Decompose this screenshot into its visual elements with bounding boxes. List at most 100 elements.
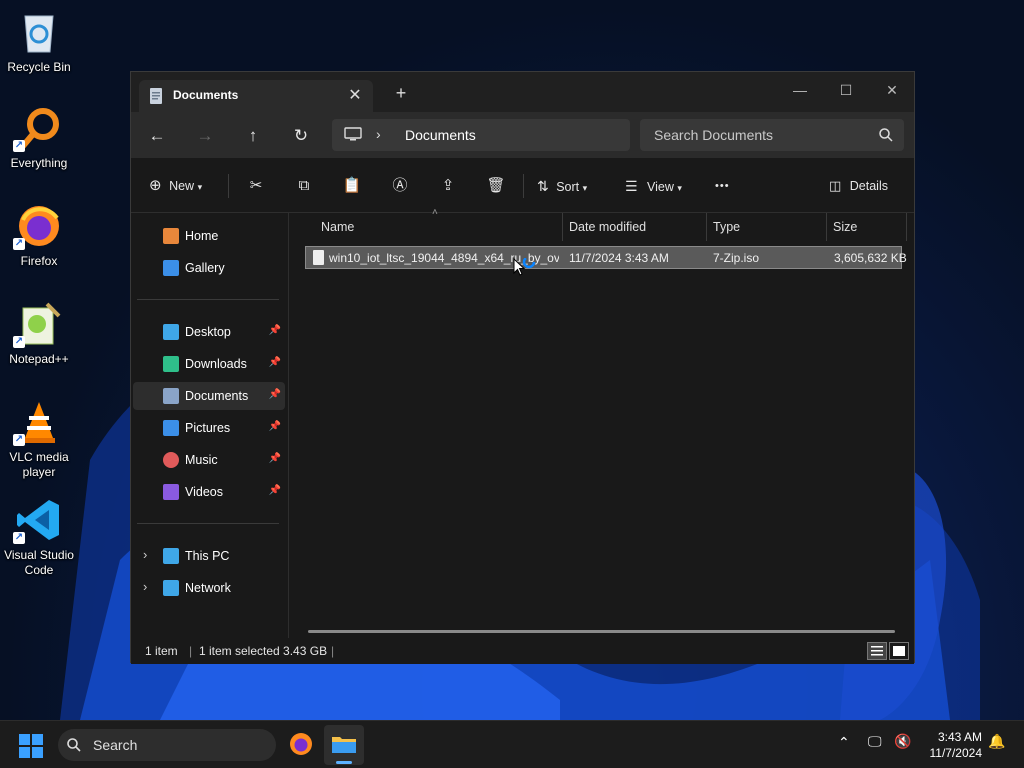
show-hidden-icons-icon[interactable]: ⌃ [838,734,850,751]
address-bar[interactable]: › Documents [332,119,630,151]
desktop-icon-firefox[interactable]: ↗ Firefox [2,202,76,269]
see-more-button[interactable]: ••• [715,172,730,200]
chevron-right-icon[interactable]: › [143,579,147,594]
column-header-date[interactable]: Date modified [569,213,646,241]
breadcrumb-documents[interactable]: Documents [405,127,476,143]
sidebar-item-network[interactable]: › Network [133,574,285,602]
recycle-bin-icon [15,8,63,56]
network-tray-icon[interactable]: 🖵 [868,733,882,750]
desktop-icon-vlc[interactable]: ↗ VLC media player [2,398,76,480]
back-arrow-icon[interactable]: ← [143,122,171,150]
sidebar-item-label: Desktop [185,325,231,339]
view-button[interactable]: ☰ View ▾ [625,172,682,200]
new-tab-button[interactable]: + [391,83,411,103]
taskbar: Search ⌃ 🖵 🔇 3:43 AM 11/7/2024 🔔 [0,720,1024,768]
details-label: Details [849,179,888,193]
pin-icon[interactable]: 📌 [269,325,281,336]
shortcut-arrow-icon: ↗ [13,434,25,446]
column-header-type[interactable]: Type [713,213,740,241]
clock[interactable]: 3:43 AM 11/7/2024 [930,729,983,761]
large-icons-view-button[interactable] [889,642,909,660]
sort-ascending-icon: ˄ [432,207,438,218]
details-view-button[interactable] [867,642,887,660]
desktop-icon-label: Everything [10,156,68,170]
column-divider[interactable] [706,213,707,241]
search-box[interactable] [640,119,904,151]
horizontal-scrollbar[interactable] [308,630,895,633]
pin-icon[interactable]: 📌 [269,389,281,400]
taskbar-firefox-button[interactable] [288,731,314,757]
sidebar-item-home[interactable]: Home [133,222,285,250]
search-icon [66,737,82,753]
notifications-bell-icon[interactable]: 🔔 [988,733,1005,750]
chevron-down-icon: ▾ [197,182,203,192]
chevron-right-icon[interactable]: › [143,547,147,562]
desktop-icon-vscode[interactable]: ↗ Visual Studio Code [2,496,76,578]
close-tab-icon[interactable]: ✕ [345,85,365,105]
details-pane-button[interactable]: ◫ Details [829,172,888,200]
column-divider[interactable] [826,213,827,241]
chevron-down-icon: ▾ [582,183,588,193]
chevron-right-icon[interactable]: › [376,126,381,142]
documents-icon [163,388,179,404]
pin-icon[interactable]: 📌 [269,453,281,464]
sidebar-item-videos[interactable]: Videos 📌 [133,478,285,506]
new-button[interactable]: ⊕ New ▾ [149,172,202,200]
close-window-button[interactable]: ✕ [869,76,915,104]
navigation-bar: ← → ↑ ↻ › Documents [131,112,914,158]
column-divider[interactable] [906,213,907,241]
rename-icon[interactable]: Ⓐ [385,172,415,200]
forward-arrow-icon[interactable]: → [191,122,219,150]
status-bar: 1 item | 1 item selected 3.43 GB | [131,638,914,664]
refresh-icon[interactable]: ↻ [287,122,315,150]
status-divider: | [331,644,335,658]
taskbar-file-explorer-button[interactable] [324,725,364,765]
desktop-icon-everything[interactable]: ↗ Everything [2,104,76,171]
copy-icon[interactable]: ⧉ [289,172,319,200]
sidebar-item-this-pc[interactable]: › This PC [133,542,285,570]
column-header-size[interactable]: Size [833,213,857,241]
cut-icon[interactable]: ✂ [241,172,271,200]
search-icon[interactable] [878,127,894,143]
desktop-icon-label: Notepad++ [9,352,69,366]
firefox-icon: ↗ [13,202,63,250]
sidebar-item-pictures[interactable]: Pictures 📌 [133,414,285,442]
up-arrow-icon[interactable]: ↑ [239,122,267,150]
column-divider[interactable] [562,213,563,241]
sidebar-item-desktop[interactable]: Desktop 📌 [133,318,285,346]
taskbar-search-label: Search [93,737,138,753]
pin-icon[interactable]: 📌 [269,421,281,432]
search-input[interactable] [640,119,870,151]
pin-icon[interactable]: 📌 [269,357,281,368]
sidebar-item-documents[interactable]: Documents 📌 [133,382,285,410]
delete-icon[interactable]: 🗑 [481,172,511,200]
sort-button[interactable]: ⇅ Sort ▾ [537,172,587,200]
pin-icon[interactable]: 📌 [269,485,281,496]
share-icon[interactable]: ⇪ [433,172,463,200]
sidebar-item-music[interactable]: Music 📌 [133,446,285,474]
downloads-icon [163,356,179,372]
column-header-name[interactable]: Name [321,213,354,241]
tab-documents[interactable]: Documents ✕ [139,80,373,112]
vscode-icon: ↗ [13,496,63,544]
sidebar-item-label: This PC [185,549,230,563]
paste-icon[interactable]: 📋 [337,172,367,200]
maximize-button[interactable]: ☐ [823,76,869,104]
taskbar-search[interactable]: Search [58,729,276,761]
desktop-icon-label: VLC media player [9,450,69,479]
table-row[interactable]: win10_iot_ltsc_19044_4894_x64_ru_by_ovi.… [305,246,907,269]
desktop-icon-notepadpp[interactable]: ↗ Notepad++ [2,300,76,367]
sidebar-item-gallery[interactable]: Gallery [133,254,285,282]
file-size: 3,605,632 KB [834,251,907,265]
sidebar-item-downloads[interactable]: Downloads 📌 [133,350,285,378]
desktop-icon-recycle-bin[interactable]: Recycle Bin [2,8,76,75]
sort-label: Sort [556,180,580,194]
chevron-down-icon: ▾ [677,183,682,193]
start-button[interactable] [18,733,44,759]
volume-muted-icon[interactable]: 🔇 [894,733,911,750]
notepad-plus-plus-icon: ↗ [13,300,63,348]
minimize-button[interactable]: — [777,76,823,104]
desktop-folder-icon [163,324,179,340]
sidebar-item-label: Videos [185,485,223,499]
sidebar-divider [137,299,279,300]
